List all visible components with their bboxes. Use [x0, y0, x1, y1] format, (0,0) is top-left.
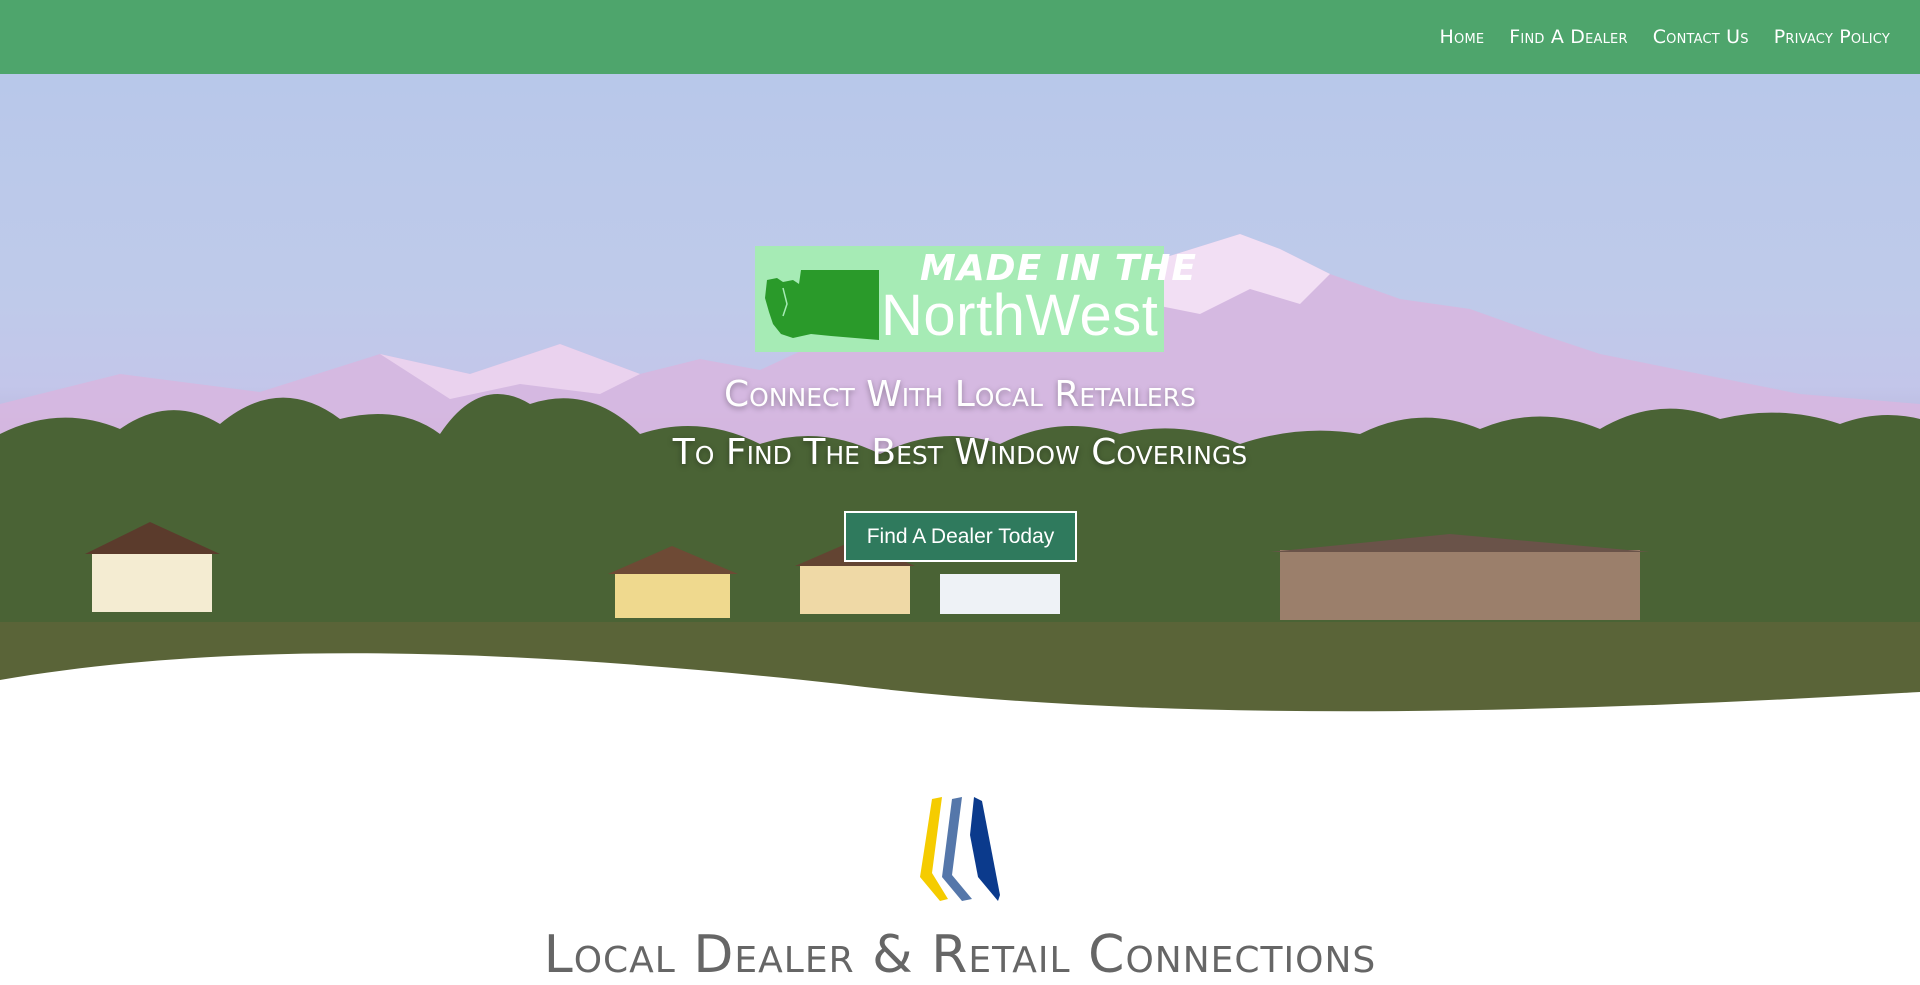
badge-title: NorthWest — [881, 283, 1159, 348]
hero-section: MADE IN THE NorthWest Connect With Local… — [0, 74, 1920, 724]
washington-state-icon — [765, 270, 879, 340]
section-title: Local Dealer & Retail Connections — [543, 925, 1377, 985]
site-header: Home Find A Dealer Contact Us Privacy Po… — [0, 0, 1920, 74]
brand-logo-icon — [920, 797, 1000, 901]
nav-contact-us-link[interactable]: Contact Us — [1653, 26, 1749, 48]
main-nav: Home Find A Dealer Contact Us Privacy Po… — [1440, 0, 1890, 74]
nav-find-a-dealer-link[interactable]: Find A Dealer — [1509, 26, 1627, 48]
nav-home-link[interactable]: Home — [1440, 26, 1485, 48]
hero-headline-line1: Connect With Local Retailers — [724, 374, 1196, 415]
hero-headline-line2: To Find The Best Window Coverings — [672, 432, 1248, 473]
hero-content: MADE IN THE NorthWest Connect With Local… — [0, 74, 1920, 724]
made-in-northwest-badge: MADE IN THE NorthWest — [755, 246, 1196, 352]
nav-privacy-policy-link[interactable]: Privacy Policy — [1774, 26, 1890, 48]
find-a-dealer-button[interactable]: Find A Dealer Today — [844, 511, 1077, 562]
